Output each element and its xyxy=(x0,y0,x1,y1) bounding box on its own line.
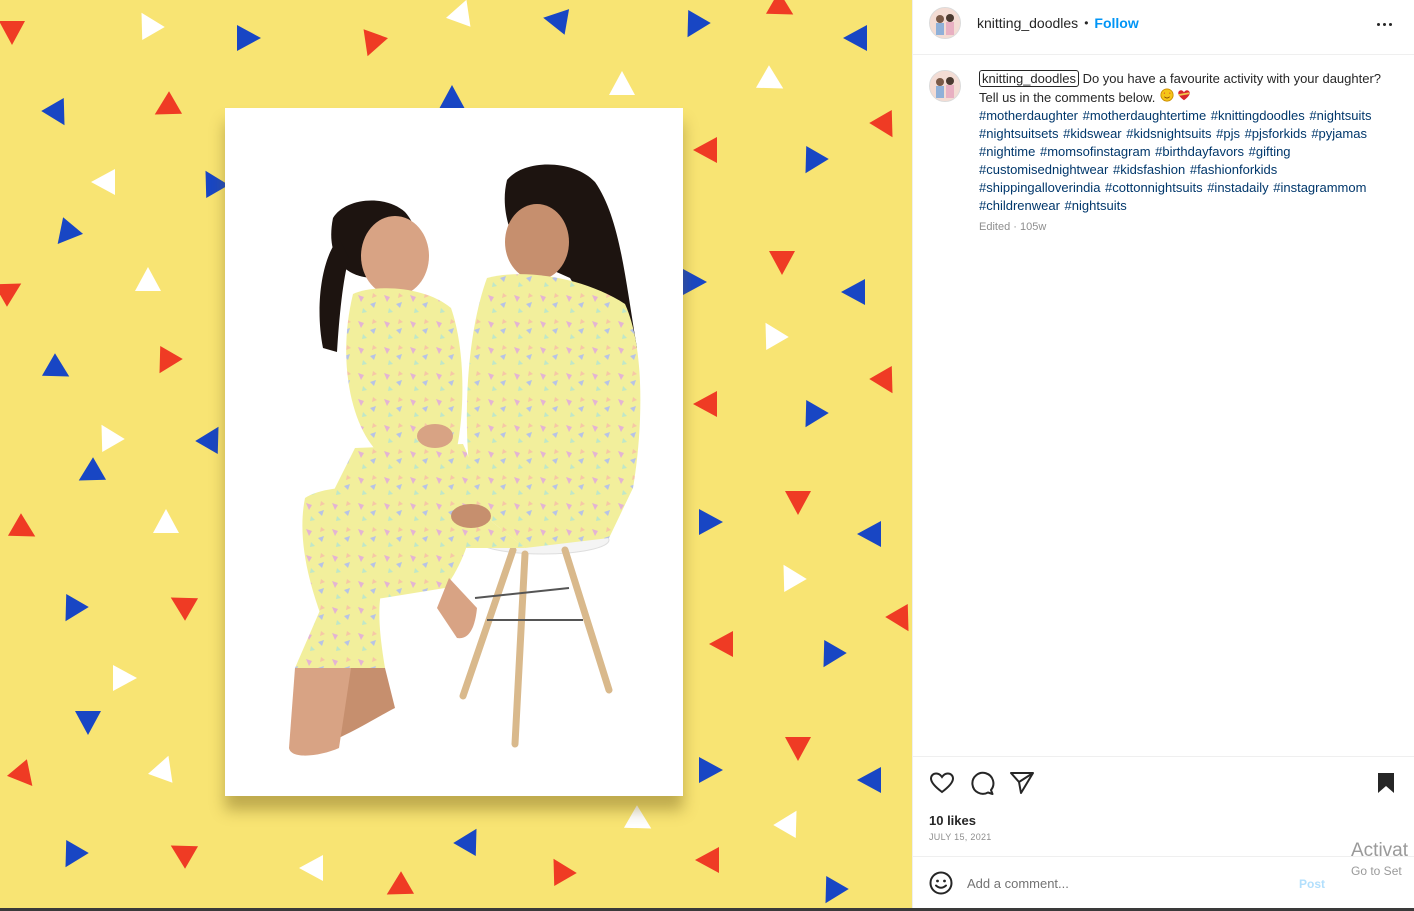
pattern-triangle xyxy=(805,145,829,174)
pattern-triangle xyxy=(773,810,797,839)
pattern-triangle xyxy=(41,97,65,126)
pattern-triangle xyxy=(113,665,137,691)
comment-bar: Post xyxy=(929,870,1399,896)
star-struck-emoji xyxy=(1159,88,1175,107)
pattern-triangle xyxy=(386,871,415,895)
pattern-triangle xyxy=(446,0,471,27)
comment-input[interactable] xyxy=(967,875,1307,891)
pattern-triangle xyxy=(41,353,70,377)
pattern-triangle xyxy=(869,109,893,138)
pattern-triangle xyxy=(695,847,719,873)
pattern-triangle xyxy=(765,322,789,351)
pattern-triangle xyxy=(609,71,635,95)
pattern-triangle xyxy=(135,267,161,291)
pattern-triangle xyxy=(91,169,115,195)
pattern-triangle xyxy=(785,737,811,761)
pattern-triangle xyxy=(154,91,183,115)
pattern-triangle xyxy=(148,755,173,783)
header-divider xyxy=(913,54,1414,55)
pattern-triangle xyxy=(153,509,179,533)
emoji-icon[interactable] xyxy=(929,871,953,895)
pattern-triangle xyxy=(857,767,881,793)
heart-icon[interactable] xyxy=(929,770,955,796)
pattern-triangle xyxy=(841,279,865,305)
pattern-triangle xyxy=(6,759,33,786)
pattern-triangle xyxy=(170,597,199,621)
post-media[interactable] xyxy=(0,0,912,911)
pattern-triangle xyxy=(453,828,477,857)
pattern-triangle xyxy=(65,593,89,622)
pattern-triangle xyxy=(823,639,847,668)
pattern-triangle xyxy=(543,9,570,35)
pattern-triangle xyxy=(885,603,909,632)
pattern-triangle xyxy=(783,564,807,593)
pattern-triangle xyxy=(699,757,723,783)
caption-avatar-image xyxy=(930,71,960,101)
pattern-triangle xyxy=(709,631,733,657)
caption-hashtags[interactable]: #motherdaughter #motherdaughtertime #kni… xyxy=(979,108,1372,213)
pattern-triangle xyxy=(141,12,165,41)
action-bar xyxy=(929,770,1399,796)
pattern-triangle xyxy=(693,137,717,163)
pattern-triangle xyxy=(205,170,229,199)
pattern-triangle xyxy=(0,283,22,307)
pattern-triangle xyxy=(101,424,125,453)
send-icon[interactable] xyxy=(1009,770,1035,796)
caption-username[interactable]: knitting_doodles xyxy=(979,70,1079,87)
caption-block: knitting_doodles Do you have a favourite… xyxy=(929,70,1383,233)
heart-with-ribbon-emoji xyxy=(1175,88,1193,107)
pattern-triangle xyxy=(7,513,36,537)
actions-divider xyxy=(913,756,1414,757)
post-header: knitting_doodles • Follow xyxy=(929,7,1139,39)
pattern-triangle xyxy=(237,25,261,51)
watermark-line-1: Activat xyxy=(1351,840,1409,861)
post-photo xyxy=(225,108,683,796)
pattern-triangle xyxy=(75,711,101,735)
comment-icon[interactable] xyxy=(969,770,995,796)
pattern-triangle xyxy=(825,875,849,904)
post-caption: knitting_doodles Do you have a favourite… xyxy=(979,70,1383,215)
pattern-triangle xyxy=(78,457,107,481)
caption-avatar[interactable] xyxy=(929,70,961,102)
post-date: JULY 15, 2021 xyxy=(929,832,992,842)
watermark-line-2: Go to Set xyxy=(1351,864,1402,878)
pattern-triangle xyxy=(170,845,199,869)
pattern-triangle xyxy=(805,399,829,428)
pattern-triangle xyxy=(843,25,867,51)
post-username[interactable]: knitting_doodles xyxy=(977,15,1078,31)
more-options-icon[interactable] xyxy=(1372,12,1396,36)
pattern-triangle xyxy=(553,858,577,887)
separator-dot: • xyxy=(1084,16,1089,30)
windows-activation-watermark: Activat Go to Set xyxy=(1351,840,1408,878)
avatar-image xyxy=(930,8,960,38)
pattern-triangle xyxy=(857,521,881,547)
pattern-triangle xyxy=(623,805,652,829)
pattern-triangle xyxy=(439,85,465,109)
likes-count[interactable]: 10 likes xyxy=(929,813,976,828)
edited-timestamp: Edited · 105w xyxy=(979,221,1047,233)
pattern-triangle xyxy=(65,839,89,868)
pattern-triangle xyxy=(693,391,717,417)
pattern-triangle xyxy=(869,365,893,394)
bookmark-icon[interactable] xyxy=(1373,770,1399,796)
pattern-triangle xyxy=(683,269,707,295)
pattern-triangle xyxy=(699,509,723,535)
pattern-triangle xyxy=(765,0,794,15)
mother-daughter-photo xyxy=(289,164,641,756)
pattern-triangle xyxy=(0,21,25,45)
post-side-panel: knitting_doodles • Follow knitting_doodl… xyxy=(912,0,1414,911)
pattern-triangle xyxy=(769,251,795,275)
comment-divider xyxy=(913,856,1414,857)
pattern-triangle xyxy=(57,217,84,244)
pattern-triangle xyxy=(755,65,784,89)
pattern-triangle xyxy=(363,29,388,57)
pattern-triangle xyxy=(687,9,711,38)
follow-button[interactable]: Follow xyxy=(1094,15,1138,31)
pattern-triangle xyxy=(785,491,811,515)
post-comment-button[interactable]: Post xyxy=(1299,877,1325,891)
pattern-triangle xyxy=(299,855,323,881)
pattern-triangle xyxy=(159,345,183,374)
avatar[interactable] xyxy=(929,7,961,39)
